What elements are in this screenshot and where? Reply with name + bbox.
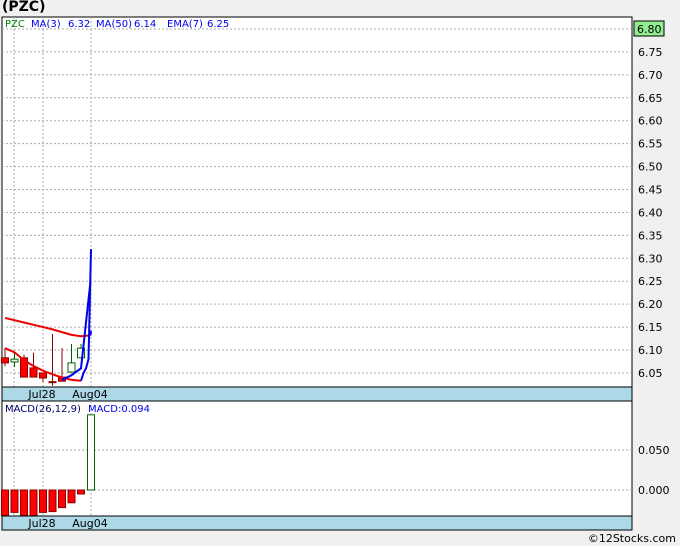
y-tick-label: 0.000 xyxy=(638,484,670,497)
candle-body xyxy=(67,362,76,373)
y-tick-label: 6.25 xyxy=(638,275,663,288)
macd-title: MACD(26,12,9) xyxy=(5,404,81,415)
price-panel xyxy=(1,16,633,388)
y-tick-label: 0.050 xyxy=(638,444,670,457)
macd-bar xyxy=(77,489,85,495)
x-tick-label: Jul28 xyxy=(27,517,55,530)
macd-bar xyxy=(10,489,19,513)
macd-bar xyxy=(87,414,95,491)
candle-body xyxy=(29,367,38,378)
y-tick-label: 6.50 xyxy=(638,161,663,174)
y-tick-label: 6.75 xyxy=(638,46,663,59)
last-price-label: 6.80 xyxy=(637,23,662,36)
macd-bar xyxy=(48,489,57,513)
legend-item: 6.32 xyxy=(68,19,90,30)
x-tick-label: Jul28 xyxy=(27,388,55,401)
macd-bar xyxy=(39,489,47,513)
x-tick-label: Aug04 xyxy=(72,517,107,530)
macd-bar xyxy=(1,489,9,517)
y-tick-label: 6.35 xyxy=(638,229,663,242)
y-tick-label: 6.45 xyxy=(638,184,663,197)
macd-bar xyxy=(20,489,28,517)
legend-item: MA(3) xyxy=(31,19,61,30)
y-tick-label: 6.10 xyxy=(638,344,663,357)
legend-item: MA(50) xyxy=(96,19,132,30)
y-tick-label: 6.30 xyxy=(638,252,663,265)
candle-body xyxy=(10,358,19,363)
legend-item: 6.25 xyxy=(207,19,229,30)
y-tick-label: 6.60 xyxy=(638,115,663,128)
y-tick-label: 6.65 xyxy=(638,92,663,105)
macd-panel xyxy=(1,400,633,517)
candle-body xyxy=(1,357,9,364)
x-tick-label: Aug04 xyxy=(72,388,107,401)
y-tick-label: 6.40 xyxy=(638,206,663,219)
series-line-tail xyxy=(89,330,92,336)
macd-bar xyxy=(29,489,38,517)
macd-value: MACD:0.094 xyxy=(88,404,150,415)
legend-item: PZC xyxy=(5,19,25,30)
macd-bar xyxy=(58,489,66,509)
candle-body xyxy=(48,381,57,384)
stock-chart: 6.80 6.75 6.70 6.65 6.60 6.55 6.50 6.45 6.40 6.35… xyxy=(1,16,670,531)
legend-item: 6.14 xyxy=(134,19,156,30)
y-tick-label: 6.20 xyxy=(638,298,663,311)
credit: ©12Stocks.com xyxy=(587,532,676,545)
legend-item: EMA(7) xyxy=(167,19,203,30)
macd-bar xyxy=(67,489,76,504)
y-tick-label: 6.15 xyxy=(638,321,663,334)
y-tick-label: 6.05 xyxy=(638,367,663,380)
y-tick-label: 6.55 xyxy=(638,138,663,151)
candle-body xyxy=(39,372,47,379)
y-tick-label: 6.70 xyxy=(638,69,663,82)
